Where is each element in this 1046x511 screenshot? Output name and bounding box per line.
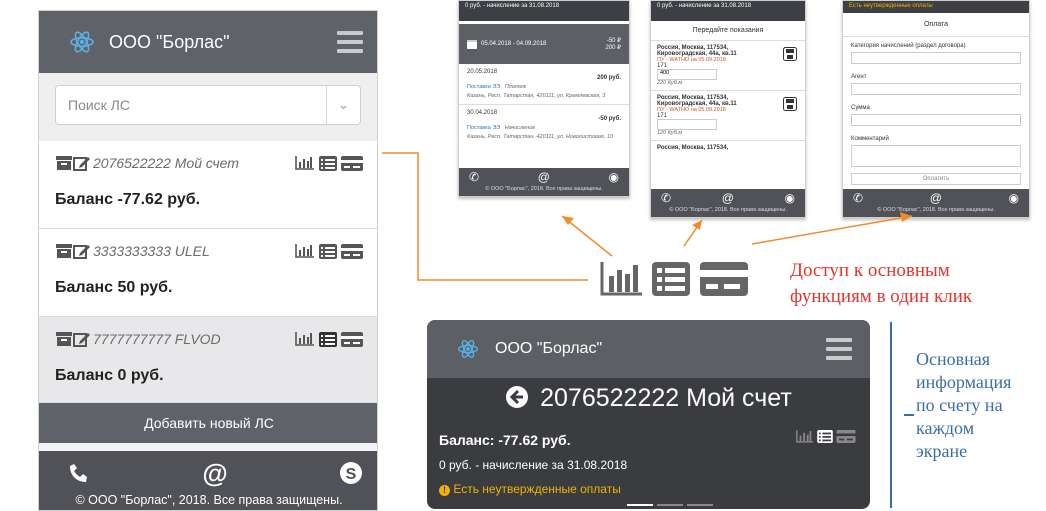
detail-balance: Баланс: -77.62 руб.: [439, 432, 571, 448]
caption-line: Доступ к основным: [790, 260, 950, 281]
account-detail-panel: ООО "Борлас" 2076522222 Мой счет Баланс:…: [427, 320, 870, 509]
caption-one-click: Доступ к основным функциям в один клик: [790, 258, 972, 310]
caption-line: функциям в один клик: [790, 286, 973, 307]
detail-warning[interactable]: ! Есть неутвержденные оплаты: [439, 482, 621, 496]
warning-text: Есть неутвержденные оплаты: [453, 482, 621, 496]
list-icon[interactable]: [817, 430, 833, 443]
menu-icon[interactable]: [826, 338, 852, 360]
chart-icon[interactable]: [796, 430, 814, 443]
company-title: ООО "Борлас": [495, 340, 603, 357]
card-icon[interactable]: [836, 430, 856, 443]
detail-header: ООО "Борлас": [427, 320, 870, 378]
caption-line: Основная: [916, 349, 991, 369]
info-icon: !: [439, 485, 450, 496]
list-icon: [652, 262, 690, 296]
atom-logo-icon: [458, 340, 478, 358]
caption-main-info: Основная информация по счету на каждом э…: [916, 348, 1011, 463]
caption-line: по счету на: [916, 395, 1003, 415]
page: ООО "Борлас" Поиск ЛС ⌄ 2076522222 Мой с…: [0, 0, 1046, 511]
card-icon: [700, 262, 748, 296]
page-indicator: [627, 504, 713, 506]
caption-line: каждом: [916, 418, 975, 438]
caption-line: экране: [916, 441, 968, 461]
caption-line: информация: [916, 372, 1012, 392]
bracket-tick: [904, 414, 914, 416]
detail-function-icons: [796, 430, 856, 443]
feature-icons: [600, 262, 748, 296]
account-heading: 2076522222 Мой счет: [427, 384, 870, 413]
detail-charge: 0 руб. - начисление за 31.08.2018: [439, 458, 628, 472]
chart-icon: [600, 262, 642, 296]
bracket-line: [880, 322, 892, 508]
back-arrow-icon[interactable]: [505, 385, 529, 409]
account-title: 2076522222 Мой счет: [540, 384, 792, 412]
